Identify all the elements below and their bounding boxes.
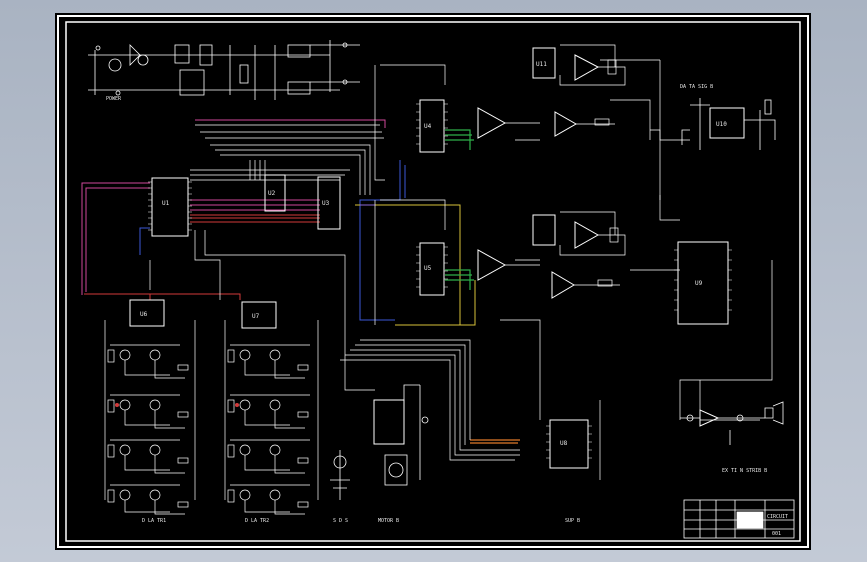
schematic-drawing: POWER U1 U2 U3 U4 U5 U6 U7 U8 U9 U10 U11… <box>55 13 811 550</box>
chip-u5-label: U5 <box>424 265 432 272</box>
label-bottom-mid3: SUP B <box>565 518 580 524</box>
power-label: POWER <box>106 96 122 102</box>
chip-u8-label: U8 <box>560 440 568 447</box>
title-block-name: CIRCUIT <box>767 514 788 520</box>
chip-u3-label: U3 <box>322 200 330 207</box>
label-bottom-mid1: S D S <box>333 518 348 524</box>
label-bottom-mid2: MOTOR B <box>378 518 399 524</box>
chip-u9-label: U9 <box>695 280 703 287</box>
label-right-top: DA TA SIG B <box>680 84 713 90</box>
chip-u11-label: U11 <box>536 61 547 68</box>
chip-u4-label: U4 <box>424 123 432 130</box>
chip-u7-label: U7 <box>252 313 260 320</box>
label-bottom-left1: D LA TR1 <box>142 518 166 524</box>
label-right-bottom: EX TI N STRIB B <box>722 468 767 474</box>
chip-u2-label: U2 <box>268 190 276 197</box>
chip-u10-label: U10 <box>716 121 727 128</box>
title-block-number: 001 <box>772 531 781 537</box>
label-bottom-left2: D LA TR2 <box>245 518 269 524</box>
chip-u6-label: U6 <box>140 311 148 318</box>
chip-u1-label: U1 <box>162 200 170 207</box>
